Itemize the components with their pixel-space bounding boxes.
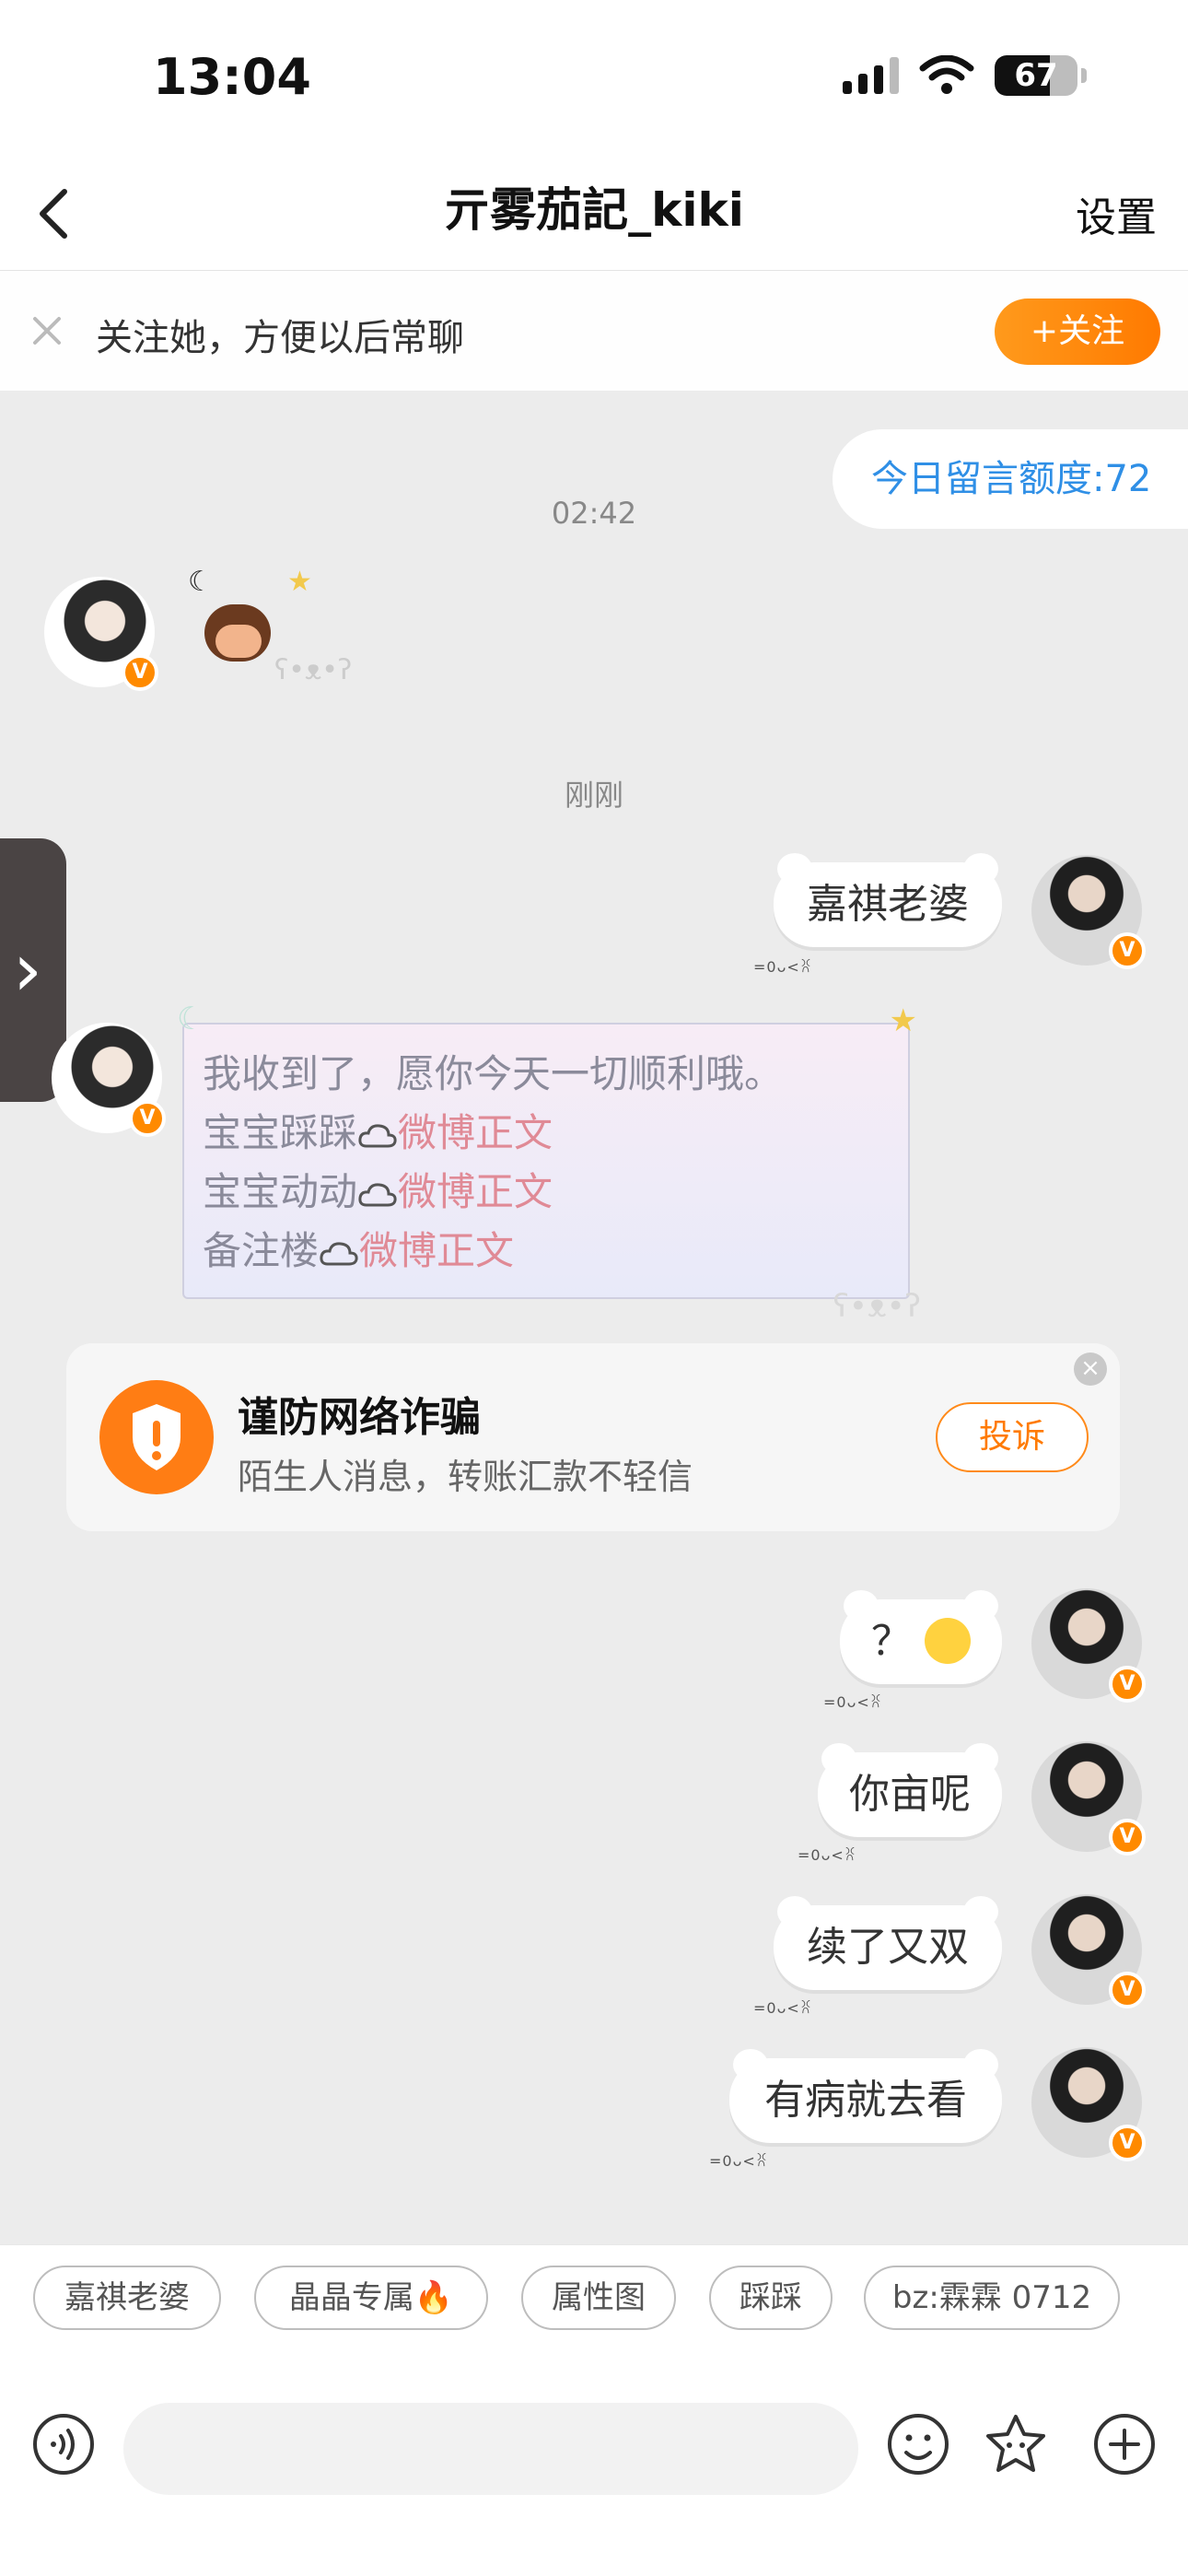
follow-prompt: 关注她，方便以后常聊 (96, 317, 464, 359)
my-avatar[interactable]: V (1031, 2047, 1146, 2161)
framed-message[interactable]: ☾ ★ ʕ•ᴥ•ʔ 我收到了，愿你今天一切顺利哦。 宝宝踩踩 微博正文 宝宝动动微… (177, 1001, 921, 1325)
shield-icon (99, 1380, 214, 1494)
framed-line-1: 我收到了，愿你今天一切顺利哦。 (203, 1051, 784, 1096)
chevron-right-icon: › (13, 927, 42, 1013)
close-icon[interactable]: × (1074, 1352, 1107, 1386)
bubble-tag: =0ᴗ<ꐦ (709, 2152, 769, 2170)
bunny-icon: ʕ•ᴥ•ʔ (274, 654, 353, 686)
sticker-icon[interactable] (984, 2412, 1048, 2476)
quick-reply-bar: 嘉祺老婆 晶晶专属🔥 属性图 踩踩 bz:霖霖 0712 (0, 2244, 1188, 2364)
battery-icon: 67 (995, 55, 1077, 96)
status-bar: 13:04 67 (0, 0, 1188, 157)
bubble-tag: =0ᴗ<ꐦ (753, 1999, 813, 2017)
nav-bar: 亓雾茄記_kiki 设置 (0, 157, 1188, 271)
quick-reply-chip[interactable]: bz:霖霖 0712 (864, 2266, 1120, 2330)
status-time: 13:04 (153, 48, 311, 106)
outgoing-message[interactable]: 有病就去看 (729, 2049, 1002, 2143)
quick-reply-chip[interactable]: 嘉祺老婆 (33, 2266, 221, 2330)
scam-warning-title: 谨防网络诈骗 (238, 1394, 481, 1441)
outgoing-message[interactable]: 嘉祺老婆 (774, 853, 1002, 947)
my-avatar[interactable]: V (1031, 1894, 1146, 2008)
framed-line-3: 宝宝动动 微博正文 (203, 1169, 553, 1214)
quick-reply-chip[interactable]: 属性图 (521, 2266, 676, 2330)
follow-button[interactable]: +关注 (995, 299, 1160, 365)
contact-avatar[interactable]: V (44, 577, 158, 691)
scam-warning-subtitle: 陌生人消息，转账汇款不轻信 (238, 1457, 693, 1497)
outgoing-message[interactable]: ？ (840, 1590, 1002, 1684)
battery-level: 67 (1014, 57, 1058, 94)
chat-screen: 13:04 67 亓雾茄記_kiki 设置 关注她，方便以后常聊 +关注 今日留… (0, 0, 1188, 2576)
framed-line-2: 宝宝踩踩 微博正文 (203, 1110, 553, 1155)
my-avatar[interactable]: V (1031, 1741, 1146, 1856)
bubble-tag: =0ᴗ<ꐦ (798, 1846, 857, 1864)
emoji-icon[interactable] (886, 2412, 950, 2476)
sticker-message[interactable]: ☾ ★ ʕ•ᴥ•ʔ (182, 566, 352, 704)
chat-title: 亓雾茄記_kiki (444, 183, 744, 237)
weibo-link[interactable]: 微博正文 (398, 1110, 553, 1155)
settings-button[interactable]: 设置 (1076, 184, 1157, 243)
star-icon: ★ (287, 566, 312, 598)
weibo-link[interactable]: 微博正文 (398, 1169, 553, 1214)
weibo-link[interactable]: 微博正文 (359, 1228, 514, 1273)
framed-line-4: 备注楼 微博正文 (203, 1228, 515, 1273)
follow-banner: 关注她，方便以后常聊 +关注 (0, 271, 1188, 391)
status-icons: 67 (843, 55, 1087, 96)
verified-badge-icon: V (1109, 1819, 1146, 1856)
timestamp: 02:42 (551, 496, 637, 531)
star-icon: ★ (889, 1002, 917, 1039)
my-avatar[interactable]: V (1031, 855, 1146, 969)
verified-badge-icon: V (1109, 2125, 1146, 2161)
bubble-tag: =0ᴗ<ꐦ (753, 958, 813, 976)
close-icon[interactable] (28, 311, 66, 350)
verified-badge-icon: V (122, 654, 158, 691)
verified-badge-icon: V (129, 1100, 166, 1137)
quick-reply-chip[interactable]: 踩踩 (709, 2266, 833, 2330)
outgoing-message[interactable]: 续了又双 (774, 1896, 1002, 1990)
report-button[interactable]: 投诉 (936, 1402, 1089, 1472)
cloud-icon (320, 1242, 358, 1266)
verified-badge-icon: V (1109, 1666, 1146, 1703)
character-sticker-icon (204, 604, 271, 662)
laughing-emoji-icon (925, 1618, 971, 1664)
contact-avatar[interactable]: V (52, 1023, 166, 1137)
moon-icon: ☾ (188, 566, 213, 598)
cloud-icon (358, 1124, 397, 1148)
bunny-icon: ʕ•ᴥ•ʔ (833, 1288, 921, 1325)
moon-icon: ☾ (177, 1001, 205, 1037)
input-bar (0, 2364, 1188, 2576)
outgoing-message[interactable]: 你亩呢 (818, 1743, 1002, 1837)
wifi-icon (919, 55, 974, 94)
timestamp: 刚刚 (564, 778, 623, 813)
my-avatar[interactable]: V (1031, 1588, 1146, 1703)
cloud-icon (358, 1183, 397, 1207)
message-input[interactable] (123, 2403, 858, 2495)
quick-reply-chip[interactable]: 晶晶专属🔥 (254, 2266, 488, 2330)
bubble-tag: =0ᴗ<ꐦ (823, 1693, 883, 1711)
scam-warning-card: 谨防网络诈骗 陌生人消息，转账汇款不轻信 投诉 × (66, 1343, 1120, 1531)
plus-icon[interactable] (1092, 2412, 1157, 2476)
verified-badge-icon: V (1109, 1972, 1146, 2008)
signal-icon (843, 57, 899, 94)
voice-icon[interactable] (31, 2412, 96, 2476)
verified-badge-icon: V (1109, 932, 1146, 969)
